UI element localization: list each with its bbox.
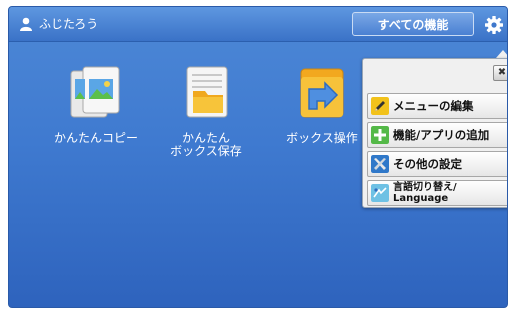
tools-icon	[371, 155, 389, 173]
menu-item-language[interactable]: 言語切り替え/ Language	[367, 180, 507, 206]
app-easy-box-save-label-2: ボックス保存	[170, 144, 242, 158]
menu-item-language-label-1: 言語切り替え/	[393, 182, 457, 193]
panel-caret	[496, 50, 507, 58]
app-easy-box-save[interactable]: かんたん ボックス保存	[156, 65, 256, 158]
pencil-icon	[371, 97, 389, 115]
gear-icon[interactable]	[484, 15, 504, 35]
menu-item-add-function-label: 機能/アプリの追加	[393, 128, 490, 142]
box-operation-icon	[300, 68, 344, 118]
plus-icon	[371, 126, 389, 144]
menu-item-edit-menu[interactable]: メニューの編集	[367, 93, 507, 119]
home-screen: ふじたろう すべての機能 かんたんコピー かんたん ボックス保存 ボックス操作 …	[8, 6, 508, 308]
copy-icon	[70, 66, 120, 118]
menu-item-other-settings-label: その他の設定	[393, 157, 462, 171]
all-functions-button[interactable]: すべての機能	[352, 12, 474, 36]
menu-item-language-label-2: Language	[393, 193, 449, 204]
user-indicator[interactable]: ふじたろう	[19, 15, 98, 32]
menu-item-add-function[interactable]: 機能/アプリの追加	[367, 122, 507, 148]
user-icon	[20, 17, 32, 31]
settings-menu: ✖ メニューの編集 機能/アプリの追加 その他の設定 言語切り替え/ Langu…	[362, 58, 507, 208]
user-name: ふじたろう	[39, 17, 99, 31]
language-icon	[371, 184, 389, 202]
box-save-icon	[186, 66, 228, 118]
app-box-operation[interactable]: ボックス操作	[272, 65, 372, 145]
menu-item-edit-menu-label: メニューの編集	[393, 99, 474, 113]
menu-item-language-label: 言語切り替え/ Language	[393, 182, 457, 204]
close-button[interactable]: ✖	[493, 65, 507, 81]
app-box-operation-label: ボックス操作	[286, 131, 358, 145]
menu-item-other-settings[interactable]: その他の設定	[367, 151, 507, 177]
app-easy-copy[interactable]: かんたんコピー	[46, 65, 146, 145]
top-bar: ふじたろう すべての機能	[9, 7, 507, 42]
app-easy-copy-label: かんたんコピー	[53, 131, 138, 145]
